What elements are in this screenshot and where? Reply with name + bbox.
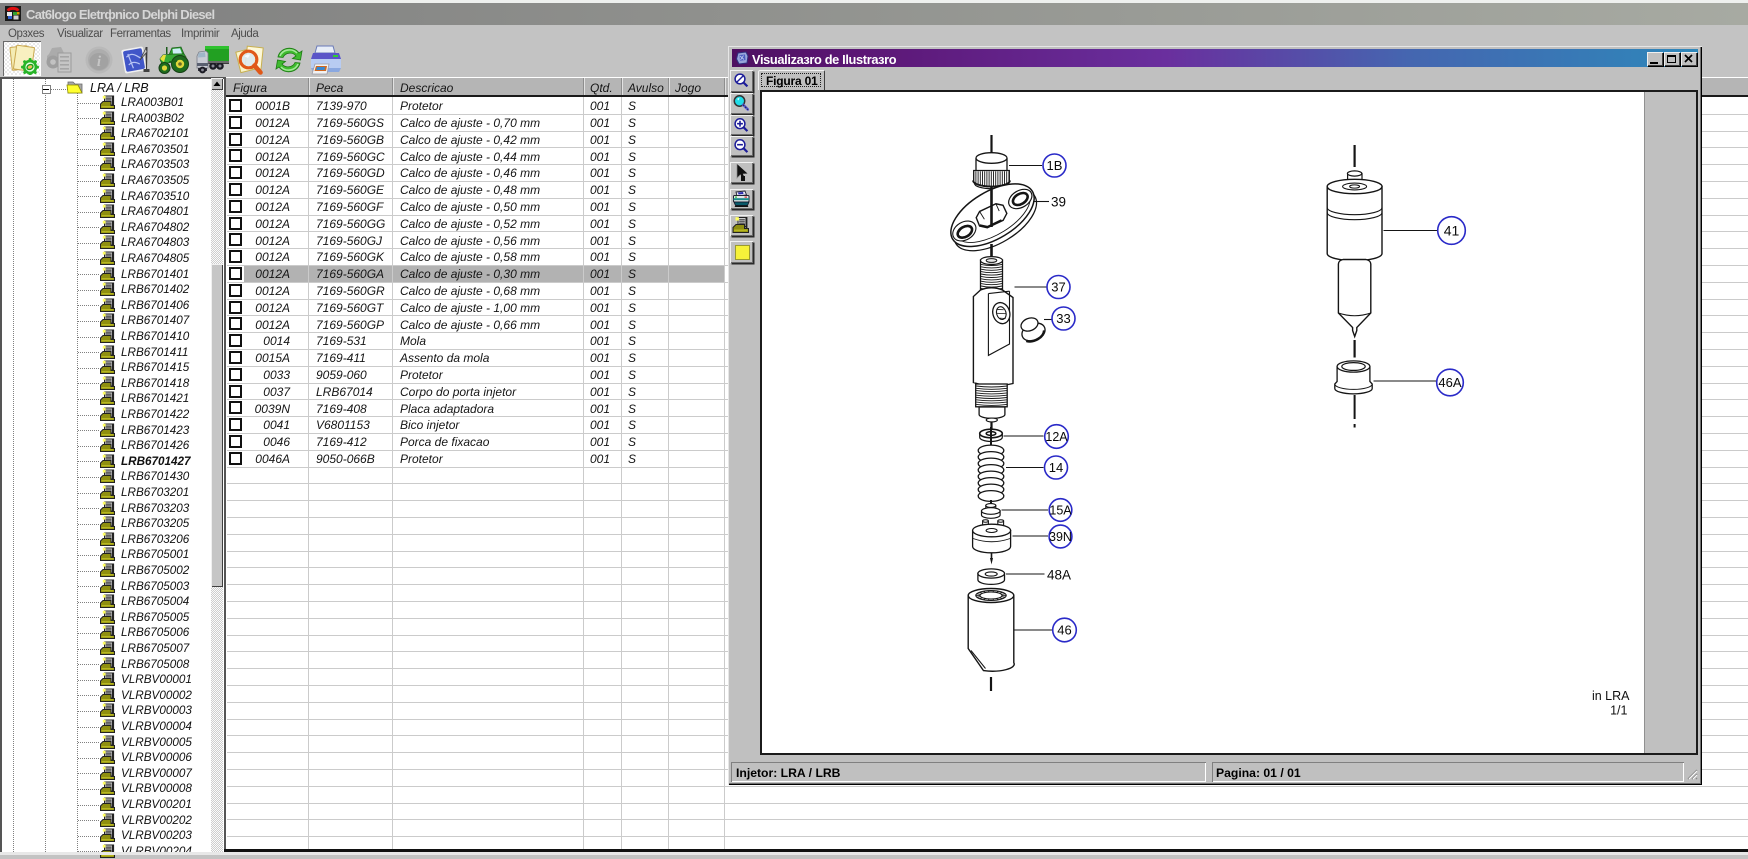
- svg-text:37: 37: [1051, 280, 1065, 295]
- svg-text:in LRA: in LRA: [1592, 689, 1630, 703]
- svg-text:1B: 1B: [1047, 158, 1063, 173]
- svg-text:46: 46: [1057, 623, 1071, 638]
- svg-text:48A: 48A: [1047, 568, 1071, 583]
- svg-text:15A: 15A: [1049, 504, 1072, 518]
- svg-text:39N: 39N: [1049, 530, 1072, 544]
- svg-text:39: 39: [1051, 195, 1066, 210]
- svg-text:12A: 12A: [1045, 430, 1068, 444]
- svg-text:1/1: 1/1: [1610, 704, 1627, 718]
- svg-text:46A: 46A: [1438, 375, 1461, 390]
- svg-text:41: 41: [1444, 223, 1460, 239]
- svg-text:33: 33: [1056, 311, 1070, 326]
- svg-text:14: 14: [1049, 460, 1063, 475]
